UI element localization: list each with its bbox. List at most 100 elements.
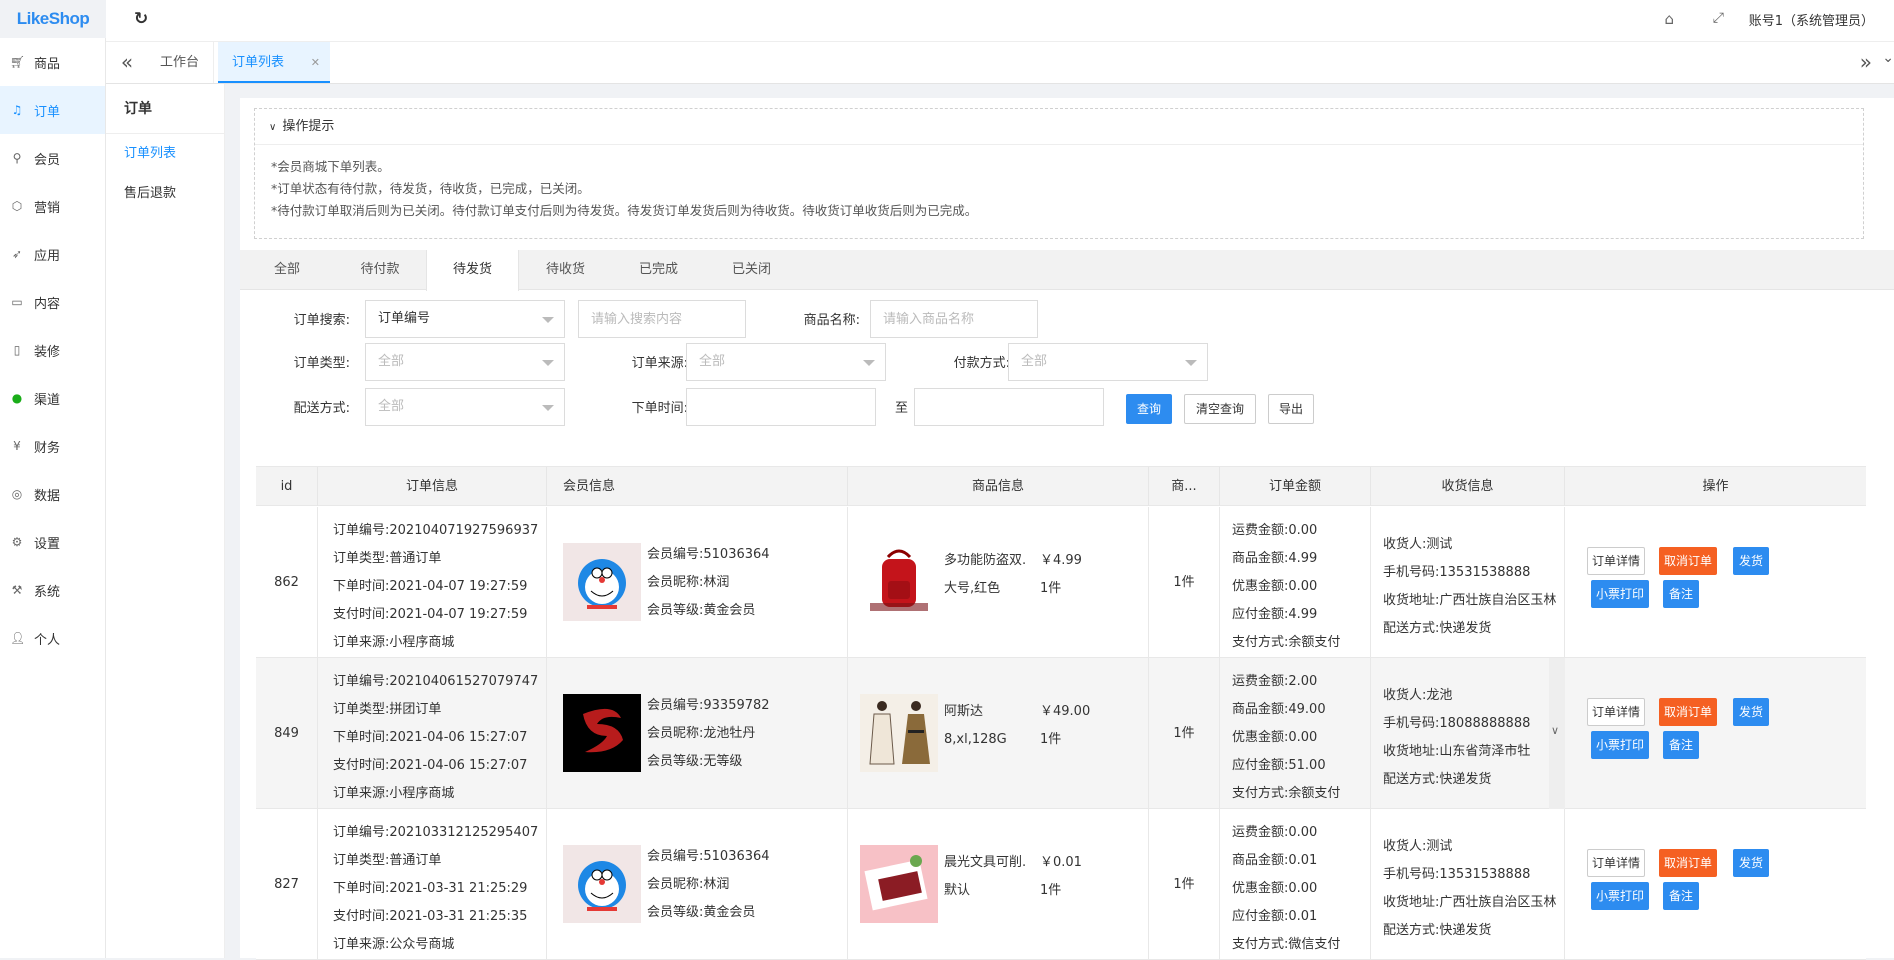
print-receipt-button[interactable]: 小票打印 <box>1591 882 1649 910</box>
tab-pending-shipment[interactable]: 待发货 <box>426 250 519 291</box>
print-receipt-button[interactable]: 小票打印 <box>1591 731 1649 759</box>
sub-nav-order-list[interactable]: 订单列表 <box>106 134 224 174</box>
member-nickname: 会员昵称:龙池牡丹 <box>647 726 756 741</box>
tab-closed[interactable]: 已关闭 <box>705 250 798 290</box>
sidebar-item-content[interactable]: ▭ 内容 <box>0 278 105 326</box>
sidebar-item-goods[interactable]: 🛒︎ 商品 <box>0 38 105 86</box>
sidebar-item-personal[interactable]: 👤︎ 个人 <box>0 614 105 662</box>
time-to-label: 至 <box>894 401 908 416</box>
app-logo[interactable]: LikeShop <box>0 0 106 38</box>
note-button[interactable]: 备注 <box>1663 882 1699 910</box>
member-level: 会员等级:黄金会员 <box>647 603 756 618</box>
tag-icon[interactable]: ⌂ <box>1664 10 1674 28</box>
start-time-input[interactable] <box>686 388 876 426</box>
sidebar-item-members[interactable]: ⚲ 会员 <box>0 134 105 182</box>
sub-nav-refunds[interactable]: 售后退款 <box>106 174 224 214</box>
cancel-order-button[interactable]: 取消订单 <box>1659 547 1717 575</box>
tab-home[interactable]: 工作台 <box>146 42 215 83</box>
ship-button[interactable]: 发货 <box>1733 698 1769 726</box>
payable-amount: 应付金额:4.99 <box>1232 607 1318 622</box>
member-avatar <box>563 543 641 621</box>
clear-query-button[interactable]: 清空查询 <box>1184 394 1256 424</box>
tabs-left-icon[interactable]: « <box>114 50 140 76</box>
sidebar-item-apps[interactable]: ➶ 应用 <box>0 230 105 278</box>
order-type: 订单类型:普通订单 <box>333 551 442 566</box>
tab-order-list[interactable]: 订单列表 ✕ <box>218 42 330 83</box>
sidebar-item-decoration[interactable]: ▯ 装修 <box>0 326 105 374</box>
close-icon[interactable]: ✕ <box>311 42 320 83</box>
search-input[interactable] <box>578 300 746 338</box>
search-type-value: 订单编号 <box>378 311 431 326</box>
tab-pending-payment[interactable]: 待付款 <box>334 250 426 290</box>
pay-time: 支付时间:2021-04-07 19:27:59 <box>333 607 528 622</box>
payment-select[interactable]: 全部 <box>1008 343 1208 381</box>
order-number: 订单编号:202103312125295407 <box>333 825 539 840</box>
sidebar-item-marketing[interactable]: ⬡ 营销 <box>0 182 105 230</box>
sidebar-item-settings[interactable]: ⚙ 设置 <box>0 518 105 566</box>
order-detail-button[interactable]: 订单详情 <box>1587 849 1645 877</box>
sidebar-item-label: 个人 <box>34 632 61 648</box>
print-receipt-button[interactable]: 小票打印 <box>1591 580 1649 608</box>
tab-completed[interactable]: 已完成 <box>612 250 705 290</box>
order-type-label: 订单类型: <box>293 356 350 371</box>
note-button[interactable]: 备注 <box>1663 580 1699 608</box>
tips-header[interactable]: ∨ 操作提示 <box>255 109 1863 145</box>
col-id: id <box>256 467 318 506</box>
sidebar-item-label: 数据 <box>34 488 61 504</box>
tabs-right-icon[interactable]: » <box>1860 50 1872 74</box>
delivery-select[interactable]: 全部 <box>365 388 565 426</box>
row-actions: 订单详情 取消订单 发货 小票打印 备注 <box>1565 507 1866 658</box>
sidebar-item-orders[interactable]: ♫ 订单 <box>0 86 105 134</box>
sidebar-item-system[interactable]: ⚒ 系统 <box>0 566 105 614</box>
order-number: 订单编号:202104071927596937 <box>333 523 539 538</box>
status-tabs: 全部 待付款 待发货 待收货 已完成 已关闭 <box>240 250 1894 291</box>
order-number: 订单编号:202104061527079747 <box>333 674 539 689</box>
sub-nav: 订单 订单列表 售后退款 <box>106 84 225 958</box>
order-source-select[interactable]: 全部 <box>686 343 886 381</box>
receiver-address: 收货地址:广西壮族自治区玉林 <box>1383 895 1557 910</box>
sidebar-item-label: 设置 <box>34 536 61 552</box>
discount-amount: 优惠金额:0.00 <box>1232 881 1318 896</box>
export-button[interactable]: 导出 <box>1268 394 1314 424</box>
chevron-down-icon[interactable]: ⌄ <box>1882 50 1894 66</box>
tab-bar: « 工作台 订单列表 ✕ » ⌄ <box>106 42 1894 84</box>
cancel-order-button[interactable]: 取消订单 <box>1659 849 1717 877</box>
sidebar: 🛒︎ 商品 ♫ 订单 ⚲ 会员 ⬡ 营销 ➶ 应用 ▭ 内容 ▯ 装修 ● 渠道 ¥ 财务 ◎ 数据… <box>0 38 106 958</box>
sidebar-item-label: 应用 <box>34 248 61 264</box>
goods-title: 多功能防盗双... <box>944 553 1026 568</box>
sidebar-item-channels[interactable]: ● 渠道 <box>0 374 105 422</box>
payment-value: 全部 <box>1021 354 1048 369</box>
cancel-order-button[interactable]: 取消订单 <box>1659 698 1717 726</box>
payment-method: 支付方式:微信支付 <box>1232 937 1341 952</box>
sidebar-item-data[interactable]: ◎ 数据 <box>0 470 105 518</box>
row-expand[interactable]: ∨ <box>1549 658 1565 809</box>
order-type-select[interactable]: 全部 <box>365 343 565 381</box>
payable-amount: 应付金额:0.01 <box>1232 909 1318 924</box>
delivery-label: 配送方式: <box>293 401 350 416</box>
caret-down-icon <box>542 360 554 366</box>
fullscreen-icon[interactable]: ⤢ <box>1713 10 1724 26</box>
refresh-icon[interactable]: ↻ <box>134 9 148 29</box>
member-number: 会员编号:51036364 <box>647 849 770 864</box>
goods-title: 阿斯达 <box>944 704 984 719</box>
tab-pending-receipt[interactable]: 待收货 <box>519 250 612 290</box>
note-button[interactable]: 备注 <box>1663 731 1699 759</box>
payment-method: 支付方式:余额支付 <box>1232 786 1341 801</box>
amount-info: 运费金额:0.00 商品金额:4.99 优惠金额:0.00 应付金额:4.99 … <box>1220 507 1371 658</box>
order-detail-button[interactable]: 订单详情 <box>1587 547 1645 575</box>
ship-button[interactable]: 发货 <box>1733 849 1769 877</box>
tab-all[interactable]: 全部 <box>240 250 334 290</box>
order-type-value: 全部 <box>378 354 405 369</box>
col-actions: 操作 <box>1702 479 1729 494</box>
search-type-select[interactable]: 订单编号 <box>365 300 565 338</box>
sidebar-item-label: 装修 <box>34 344 61 360</box>
order-detail-button[interactable]: 订单详情 <box>1587 698 1645 726</box>
end-time-input[interactable] <box>914 388 1104 426</box>
query-button[interactable]: 查询 <box>1126 394 1172 424</box>
order-info: 订单编号:202104061527079747 订单类型:拼团订单 下单时间:2… <box>318 658 547 809</box>
account-menu[interactable]: 账号1（系统管理员） <box>1749 10 1874 29</box>
goods-name-input[interactable] <box>870 300 1038 338</box>
ship-button[interactable]: 发货 <box>1733 547 1769 575</box>
tips-title: 操作提示 <box>282 119 335 134</box>
sidebar-item-finance[interactable]: ¥ 财务 <box>0 422 105 470</box>
